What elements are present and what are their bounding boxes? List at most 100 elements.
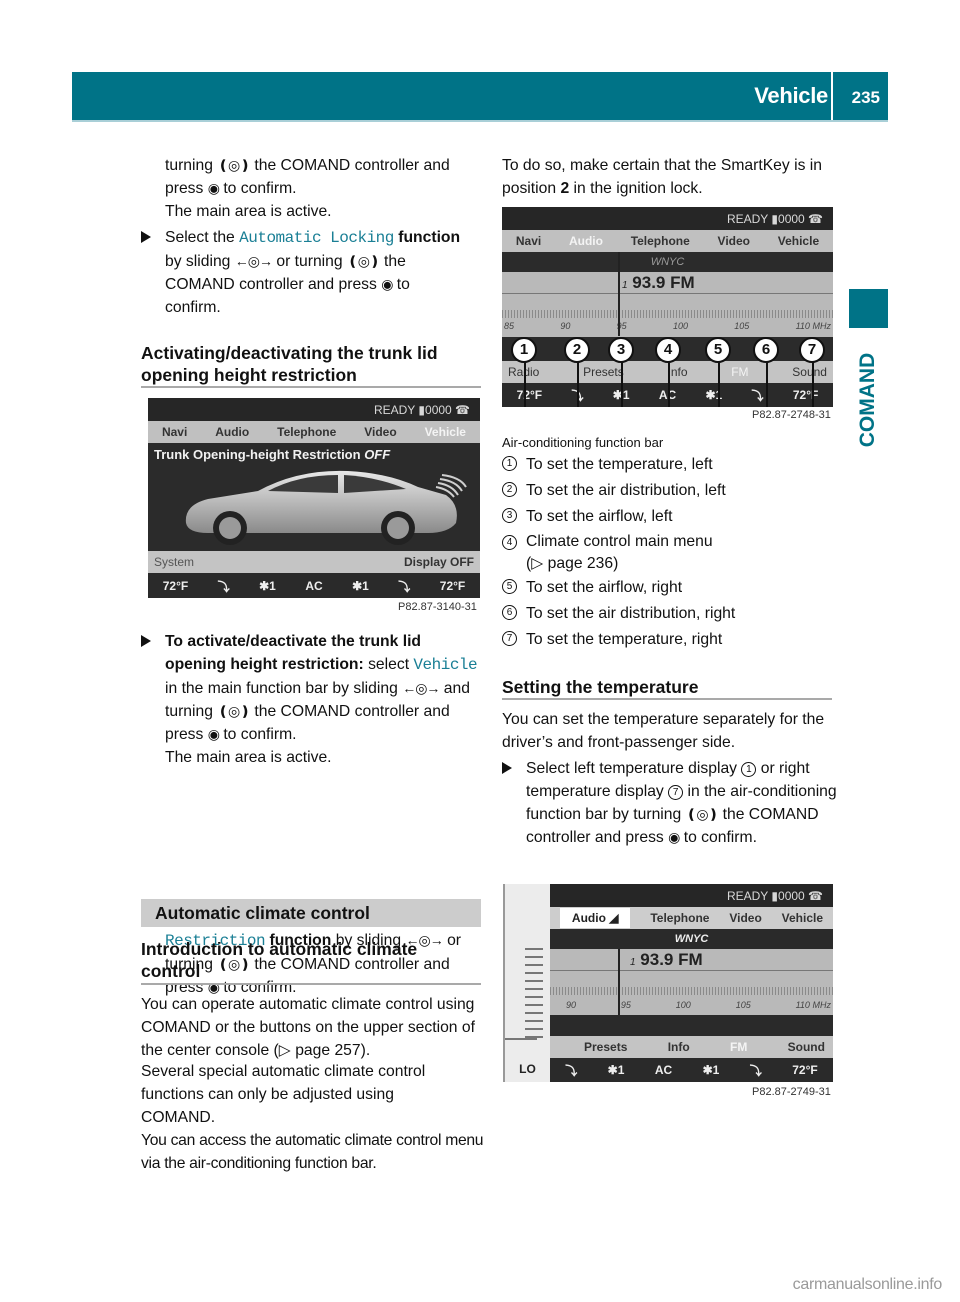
airflow-right[interactable]: ✱1 [703,1063,720,1077]
air-distribution-icon[interactable]: ⤵ [750,1062,762,1079]
climate-function-bar: 72°F ⤵ ✱1 AC ✱1 ⤵ 72°F [148,574,480,598]
text: to confirm. [683,829,757,846]
ac-button[interactable]: AC [305,579,322,593]
comand-screen-audio: READY ▮0000 ☎ Navi Audio Telephone Video… [502,207,833,407]
instruction-step: Select the Automatic Locking function by… [141,226,483,319]
legend-number: 7 [502,630,517,646]
status-bar: READY ▮0000 ☎ [148,398,480,422]
legend-number: 6 [502,605,517,621]
text: in the main function bar by sliding [165,680,398,697]
station-name: WNYC [674,933,709,945]
tuning-needle[interactable] [618,252,620,336]
tab-telephone[interactable]: Telephone [650,911,709,925]
legend-text: To set the air distribution, right [526,605,736,623]
watermark: carmanualsonline.info [792,1276,943,1293]
chapter-tab-text: COMAND [856,352,879,448]
figure-code: P82.87-2749-31 [752,1086,831,1098]
menu-presets[interactable]: Presets [583,365,624,379]
legend-item: 6 To set the air distribution, right [502,601,837,627]
temp-right[interactable]: 72°F [440,579,465,593]
legend-number: 4 [502,535,517,551]
tab-telephone[interactable]: Telephone [277,425,336,439]
tab-vehicle[interactable]: Vehicle [782,911,823,925]
menu-info[interactable]: Info [668,1040,690,1054]
tab-video[interactable]: Video [718,234,750,248]
menu-fm[interactable]: FM [731,365,748,379]
frequency-value: 93.9 FM [640,950,703,969]
frequency-scale-ticks [550,987,833,995]
key-position: 2 [560,180,570,197]
legend-number: 5 [502,579,517,595]
instruction-step: To activate/deactivate the trunk lid ope… [141,630,483,769]
airflow-right[interactable]: ✱1 [352,579,369,593]
figure-code: P82.87-2748-31 [752,409,831,421]
callout-7: 7 [799,337,825,363]
paragraph: Several special automatic climate contro… [141,1063,426,1126]
frequency-value: 93.9 FM [632,273,695,292]
system-menu[interactable]: System [154,555,194,569]
controller-turn-icon: ❪◎❫ [217,703,251,719]
frequency-display: 1 93.9 FM [630,950,703,970]
air-distribution-icon[interactable]: ⤵ [218,578,230,595]
airflow-left[interactable]: ✱1 [608,1063,625,1077]
controller-slide-icon: ←◎→ [234,253,273,269]
tab-vehicle[interactable]: Vehicle [425,425,466,439]
text: Select left temperature display [526,760,738,777]
airflow-left[interactable]: ✱1 [259,579,276,593]
temperature-scale[interactable] [525,948,543,1040]
frequency-display: 1 93.9 FM [622,273,695,293]
temp-left[interactable]: 72°F [163,579,188,593]
paragraph: You can operate automatic climate contro… [141,996,475,1059]
scale-label: 105 [735,1000,751,1010]
tab-vehicle[interactable]: Vehicle [778,234,819,248]
section-heading-temperature: Setting the temperature [502,677,699,697]
tab-video[interactable]: Video [729,911,761,925]
tab-audio[interactable]: Audio [215,425,249,439]
legend-text: To set the airflow, left [526,507,673,525]
main-area: Trunk Opening-height Restriction OFF [148,443,480,551]
temp-left[interactable]: 72°F [517,388,542,402]
menu-sound[interactable]: Sound [792,365,827,379]
temp-right[interactable]: 72°F [793,388,818,402]
legend-text: Climate control main menu [526,533,713,551]
display-off-menu[interactable]: Display OFF [404,555,474,569]
instruction-step: Select left temperature display 1 or rig… [502,757,837,849]
legend-item: 2 To set the air distribution, left [502,478,837,504]
menu-fm[interactable]: FM [730,1040,747,1054]
scale-label: 110 MHz [795,1000,831,1010]
bullet-arrow-icon [141,635,151,647]
heading-rule [141,386,481,388]
menu-info[interactable]: Info [667,365,687,379]
ac-button[interactable]: AC [655,1063,672,1077]
callout-1: 1 [511,337,537,363]
temp-right[interactable]: 72°F [792,1063,817,1077]
callout-3: 3 [608,337,634,363]
menu-presets[interactable]: Presets [584,1040,627,1054]
tab-telephone[interactable]: Telephone [631,234,690,248]
menu-function-name: Vehicle [413,656,478,674]
callout-legend: 1 To set the temperature, left 2 To set th… [502,452,837,653]
main-function-bar: Navi Audio Telephone Video Vehicle [502,230,833,252]
tab-navi[interactable]: Navi [162,425,187,439]
callout-ref-7: 7 [668,785,684,800]
text: the COMAND [254,703,351,720]
text: to confirm. [223,726,297,743]
tuning-needle[interactable] [618,949,620,1015]
comand-screen-temperature: LO READY ▮0000 ☎ Audio ◢ Telephone Video… [503,884,833,1082]
subsection-heading: Introduction to automatic climate contro… [141,939,418,981]
legend-text: To set the airflow, right [526,579,683,597]
tab-navi[interactable]: Navi [516,234,541,248]
text: confirm. [165,299,221,316]
legend-text: To set the temperature, right [526,630,723,648]
air-distribution-icon[interactable]: ⤵ [752,387,764,404]
temperature-indicator[interactable] [505,1038,537,1040]
tab-video[interactable]: Video [364,425,396,439]
tab-audio[interactable]: Audio ◢ [559,908,631,928]
page-reference-link[interactable]: (▷ page 236) [526,555,618,572]
tab-audio[interactable]: Audio [569,234,603,248]
air-distribution-icon[interactable]: ⤵ [565,1062,577,1079]
air-distribution-icon[interactable]: ⤵ [398,578,410,595]
menu-sound[interactable]: Sound [788,1040,825,1054]
submenu-bar: Presets Info FM Sound [550,1036,833,1058]
tuner-area: 1 93.9 FM 90 95 100 105 110 MHz [550,949,833,1015]
